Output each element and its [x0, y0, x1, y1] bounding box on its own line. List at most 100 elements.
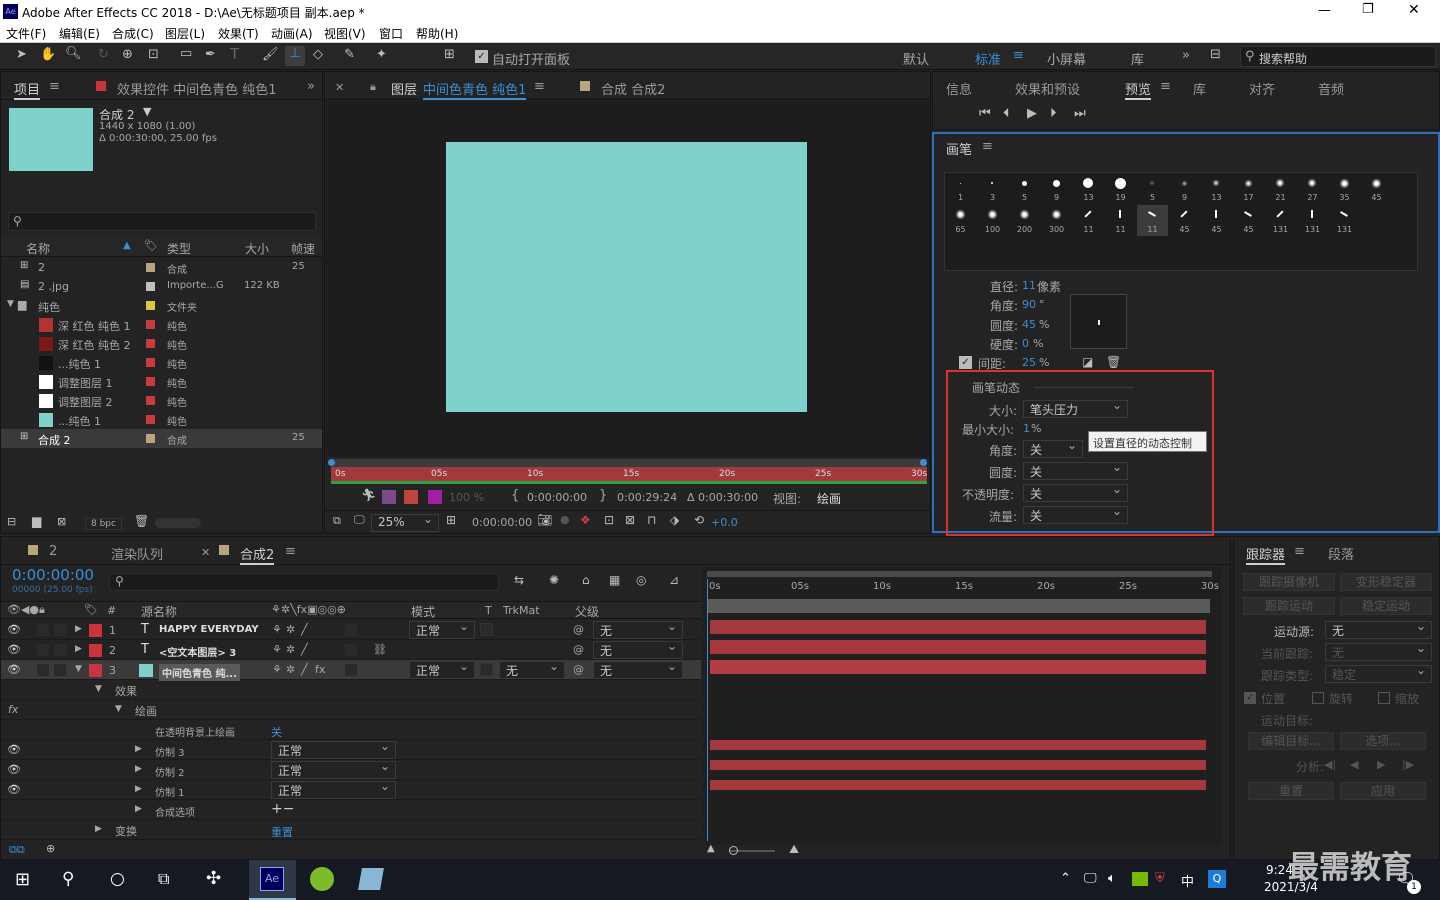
layer-2-bar[interactable] — [710, 640, 1206, 654]
play-icon[interactable]: ▶ — [1027, 106, 1037, 121]
prev-frame-icon[interactable]: ⏴ — [1003, 106, 1010, 121]
layer-mode-dropdown[interactable]: 正常 — [409, 619, 475, 639]
onion-skin-icon[interactable] — [428, 490, 442, 504]
paint-effect-row[interactable]: fx ▼ 绘画 — [1, 700, 701, 720]
label-color[interactable] — [146, 434, 155, 443]
parent-dropdown[interactable]: 无 — [593, 619, 683, 639]
preserve-transparency-box[interactable] — [480, 623, 493, 636]
project-item[interactable]: ▼ ▆ 纯色 文件夹 — [1, 296, 322, 315]
notepad-app-icon[interactable] — [358, 868, 384, 890]
workspace-small-screen[interactable]: 小屏幕 — [1047, 49, 1086, 68]
brush-tip[interactable]: 65 — [945, 205, 976, 236]
snapshot-icon[interactable]: 📷︎ — [537, 513, 552, 527]
stabilize-motion-button[interactable]: 稳定运动 — [1340, 597, 1432, 615]
layer-name[interactable]: 中间色青色 纯... — [159, 664, 240, 681]
project-item[interactable]: ⊞ 2 合成 25 — [1, 258, 322, 277]
tab-render-queue[interactable]: 渲染队列 — [111, 544, 163, 563]
track-type-dropdown[interactable]: 稳定 — [1325, 663, 1432, 683]
pan-behind-icon[interactable]: ⊡ — [148, 47, 159, 62]
expand-arrow-icon[interactable]: ▶ — [75, 644, 82, 654]
fx-switch-icon[interactable]: fx — [315, 663, 325, 676]
tab-comp-2[interactable]: 2 — [49, 544, 57, 559]
lock-box[interactable] — [54, 644, 66, 656]
mode-header[interactable]: 模式 — [411, 603, 435, 620]
zoom-tool-icon[interactable]: 🔍︎ — [65, 46, 82, 61]
brush-tip[interactable]: 131 — [1297, 205, 1328, 236]
render-toggle-icon[interactable] — [404, 490, 418, 504]
edit-target-button[interactable]: 编辑目标... — [1248, 732, 1334, 750]
after-effects-taskbar-icon[interactable]: Ae — [249, 860, 296, 900]
roundness-value[interactable]: 45 — [1022, 318, 1036, 331]
tab-comp[interactable]: 合成 合成2 — [601, 79, 665, 98]
current-time[interactable]: 0:00:00:00 — [472, 516, 532, 529]
network-icon[interactable]: 🖵︎ — [1084, 871, 1097, 886]
visibility-eye-icon[interactable]: 👁︎ — [7, 663, 21, 676]
brush-tip[interactable]: 45 — [1233, 205, 1264, 236]
shy-switch-icon[interactable]: ⚘ — [272, 663, 282, 676]
search-icon[interactable]: ⚲ — [62, 869, 74, 889]
project-item[interactable]: 调整图层 1 纯色 — [1, 372, 322, 391]
region-icon[interactable]: ⊡ — [604, 513, 614, 527]
tab-effects-presets[interactable]: 效果和预设 — [1015, 79, 1080, 98]
cortana-icon[interactable]: ○ — [110, 869, 125, 889]
auto-open-checkbox[interactable]: ✓ — [475, 50, 488, 63]
visibility-eye-icon[interactable]: 👁︎ — [7, 783, 21, 796]
menu-animation[interactable]: 动画(A) — [271, 25, 313, 42]
windows-start-icon[interactable]: ⊞ — [15, 869, 30, 890]
time-navigator[interactable] — [707, 571, 1212, 577]
layer-label-color[interactable] — [89, 644, 102, 657]
text-tool-icon[interactable]: T — [230, 45, 239, 63]
motion-blur-icon[interactable]: ◎ — [636, 573, 646, 587]
qq-icon[interactable]: Q — [1208, 870, 1226, 888]
ime-indicator[interactable]: 中 — [1181, 871, 1194, 890]
brush-tip[interactable]: 200 — [1009, 205, 1040, 236]
clone-mode-dropdown[interactable]: 正常 — [271, 779, 396, 799]
project-item[interactable]: ...纯色 1 纯色 — [1, 410, 322, 429]
expand-arrow-icon[interactable]: ▶ — [95, 824, 102, 834]
eraser-tool-icon[interactable]: ◇ — [313, 47, 323, 62]
chevron-down-icon[interactable]: ▼ — [143, 105, 151, 118]
last-frame-icon[interactable]: ⏭ — [1074, 106, 1086, 121]
brush-tip[interactable]: 35 — [1329, 173, 1360, 204]
new-brush-icon[interactable]: ◪ — [1082, 355, 1093, 369]
collapse-switch-icon[interactable]: ✲ — [286, 643, 295, 656]
quality-switch-icon[interactable]: ╱ — [301, 643, 308, 656]
composite-options-row[interactable]: ▶ 合成选项 +− — [1, 800, 701, 820]
menu-composition[interactable]: 合成(C) — [112, 25, 154, 42]
collapse-switch-icon[interactable]: ✲ — [286, 663, 295, 676]
clone-stroke-row[interactable]: 👁︎ ▶ 仿制 2 正常 — [1, 759, 701, 780]
project-item[interactable]: ⊞ 合成 2 合成 25 — [1, 429, 322, 448]
camera-tool-icon[interactable]: ⊕ — [122, 47, 133, 62]
brush-tip[interactable]: 5 — [1009, 173, 1040, 204]
col-name[interactable]: 名称 — [26, 240, 50, 257]
3d-layer-icon[interactable]: ⛓︎ — [373, 643, 387, 656]
playhead[interactable] — [707, 579, 708, 841]
layer-mode-dropdown[interactable]: 正常 — [409, 659, 475, 679]
clone-3-bar[interactable] — [710, 740, 1206, 750]
expand-arrow-icon[interactable]: ▼ — [95, 684, 102, 694]
diameter-value[interactable]: 11 — [1022, 279, 1036, 292]
rotate-tool-icon[interactable]: ↻ — [98, 47, 109, 62]
expand-arrow-icon[interactable]: ▼ — [75, 664, 82, 674]
brush-tip[interactable]: 9 — [1169, 173, 1200, 204]
solo-box[interactable] — [37, 624, 49, 636]
layer-1-bar[interactable] — [710, 620, 1206, 634]
brush-tip[interactable]: 1 — [945, 173, 976, 204]
out-point-marker[interactable] — [920, 459, 927, 466]
visibility-eye-icon[interactable]: 👁︎ — [7, 643, 21, 656]
toggle-transfer-icon[interactable]: ⊕ — [46, 842, 55, 855]
options-button[interactable]: 选项... — [1340, 732, 1426, 750]
analyze-back-frame-icon[interactable]: ◀ — [1350, 758, 1358, 771]
brush-tip[interactable]: 100 — [977, 205, 1008, 236]
trkmat-header[interactable]: TrkMat — [503, 604, 540, 617]
switch-box[interactable] — [345, 644, 357, 656]
project-item[interactable]: 调整图层 2 纯色 — [1, 391, 322, 410]
label-color[interactable] — [146, 320, 155, 329]
timeline-ruler[interactable]: 0s 05s 10s 15s 20s 25s 30s — [707, 579, 1219, 597]
brush-tip[interactable]: 45 — [1361, 173, 1392, 204]
shy-switch-icon[interactable]: ⚘ — [272, 643, 282, 656]
menu-help[interactable]: 帮助(H) — [416, 25, 458, 42]
toggle-switches-icon[interactable]: ⧉⧉ — [9, 843, 25, 857]
label-color[interactable] — [146, 263, 155, 272]
playhead-marker[interactable] — [328, 459, 335, 466]
